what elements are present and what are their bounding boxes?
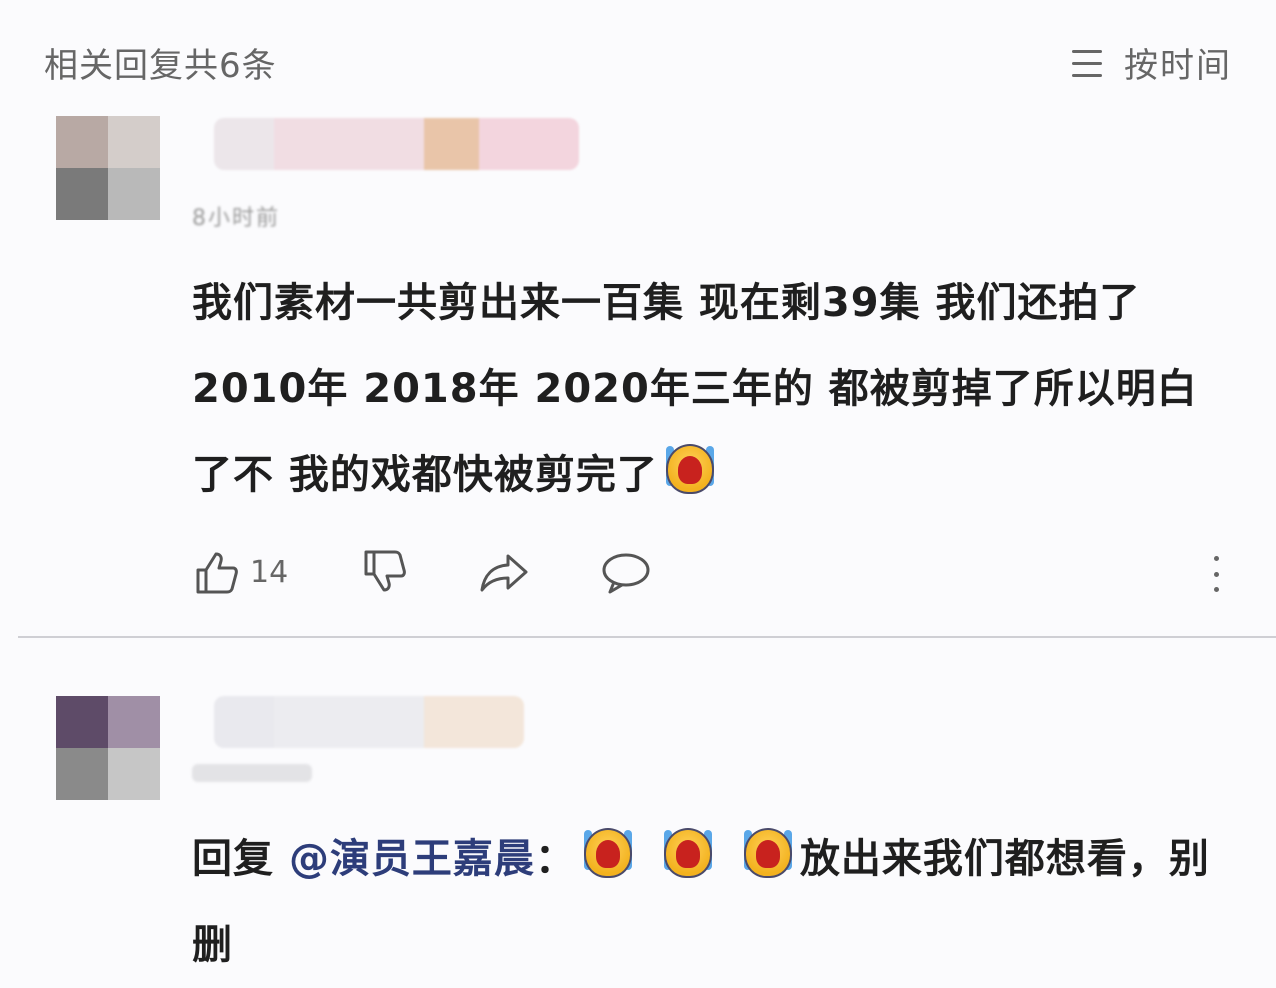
avatar[interactable] xyxy=(56,696,160,800)
crying-emoji-icon xyxy=(662,442,718,498)
reply-button[interactable] xyxy=(600,548,652,596)
more-icon xyxy=(1213,556,1219,561)
dislike-icon xyxy=(364,550,407,592)
dislike-button[interactable] xyxy=(360,548,408,596)
comment-actions: 14 xyxy=(192,548,652,596)
reply-icon xyxy=(602,553,650,594)
share-button[interactable] xyxy=(478,548,530,596)
sort-by-time-button[interactable]: 按时间 xyxy=(1072,38,1232,87)
crying-emoji-icon xyxy=(740,826,796,882)
comment-text: 回复 @演员王嘉晨： 放出来我们都想看，别删 xyxy=(192,816,1232,988)
divider xyxy=(18,636,1276,638)
like-button[interactable]: 14 xyxy=(192,548,288,596)
sort-label: 按时间 xyxy=(1124,46,1232,86)
mention-link[interactable]: @演员王嘉晨 xyxy=(289,836,535,882)
more-options-button[interactable] xyxy=(1212,556,1220,592)
share-icon xyxy=(480,554,528,592)
comment-time: 8小时前 xyxy=(192,206,280,231)
sort-lines-icon xyxy=(1072,48,1102,78)
comment-text: 我们素材一共剪出来一百集 现在剩39集 我们还拍了2010年 2018年 202… xyxy=(192,260,1222,518)
avatar[interactable] xyxy=(56,116,160,220)
like-count: 14 xyxy=(250,554,289,590)
crying-emoji-icon xyxy=(660,826,716,882)
colon: ： xyxy=(534,836,576,882)
crying-emoji-icon xyxy=(580,826,636,882)
username-blurred[interactable] xyxy=(214,118,579,170)
replies-header: 相关回复共6条 按时间 xyxy=(0,0,1276,110)
like-icon xyxy=(196,552,238,594)
reply-prefix: 回复 xyxy=(192,836,274,882)
replies-count-title: 相关回复共6条 xyxy=(44,46,277,86)
comment-time-blurred xyxy=(192,764,312,782)
username-blurred[interactable] xyxy=(214,696,524,748)
